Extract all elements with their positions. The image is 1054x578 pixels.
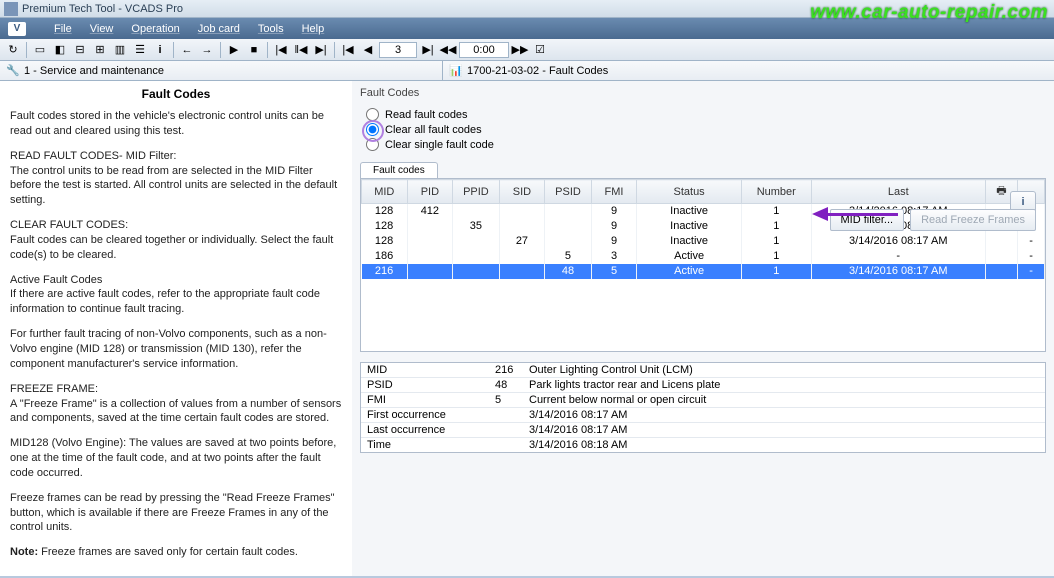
desc-p2: READ FAULT CODES- MID Filter:The control… <box>10 149 342 208</box>
desc-p3: CLEAR FAULT CODES:Fault codes can be cle… <box>10 218 342 263</box>
window-title: Premium Tech Tool - VCADS Pro <box>22 3 183 15</box>
hdr-status[interactable]: Status <box>637 180 742 204</box>
hdr-last[interactable]: Last <box>811 180 985 204</box>
tab-fault-codes[interactable]: Fault codes <box>360 162 438 178</box>
tool-view5[interactable]: ▥ <box>111 41 129 59</box>
mid-filter-button[interactable]: MID filter... <box>830 209 905 231</box>
toolbar: ↻ ▭ ◧ ⊟ ⊞ ▥ ☰ i ← → ▶ ■ |◀ ‖◀ ▶| |◀ ◀ ▶|… <box>0 39 1054 61</box>
brand-logo: V <box>8 22 26 36</box>
hdr-ppid[interactable]: PPID <box>453 180 500 204</box>
table-row[interactable]: 216485Active13/14/2016 08:17 AM- <box>362 264 1045 279</box>
tool-info[interactable]: i <box>151 41 169 59</box>
page-first[interactable]: |◀ <box>339 41 357 59</box>
read-freeze-button: Read Freeze Frames <box>910 209 1036 231</box>
detail-row: Time3/14/2016 08:18 AM <box>361 438 1045 452</box>
tool-refresh[interactable]: ↻ <box>4 41 22 59</box>
page-prev2[interactable]: ◀◀ <box>439 41 457 59</box>
content-area: Fault Codes Fault codes stored in the ve… <box>0 81 1054 576</box>
page-prev[interactable]: ◀ <box>359 41 377 59</box>
step-back2[interactable]: ‖◀ <box>292 41 310 59</box>
hdr-sid[interactable]: SID <box>499 180 545 204</box>
breadcrumb-right[interactable]: 📊 1700-21-03-02 - Fault Codes <box>443 61 1054 80</box>
tool-report[interactable]: ☑ <box>531 41 549 59</box>
desc-p8: Freeze frames can be read by pressing th… <box>10 491 342 536</box>
detail-row: First occurrence3/14/2016 08:17 AM <box>361 408 1045 423</box>
page-next2[interactable]: ▶▶ <box>511 41 529 59</box>
menu-jobcard[interactable]: Job card <box>198 23 240 35</box>
play-button[interactable]: ▶ <box>225 41 243 59</box>
chart-icon: 📊 <box>449 64 463 78</box>
radio-read[interactable]: Read fault codes <box>366 107 1046 122</box>
tab-row: Fault codes <box>360 162 1046 179</box>
separator <box>26 42 27 58</box>
menu-help[interactable]: Help <box>302 23 325 35</box>
tool-table[interactable]: ☰ <box>131 41 149 59</box>
hdr-number[interactable]: Number <box>741 180 811 204</box>
detail-row: FMI5Current below normal or open circuit <box>361 393 1045 408</box>
app-icon <box>4 2 18 16</box>
hdr-pid[interactable]: PID <box>407 180 453 204</box>
left-heading: Fault Codes <box>10 87 342 101</box>
separator <box>267 42 268 58</box>
step-back[interactable]: |◀ <box>272 41 290 59</box>
menu-operation[interactable]: Operation <box>131 23 179 35</box>
table-row[interactable]: 128279Inactive13/14/2016 08:17 AM- <box>362 234 1045 249</box>
desc-p6: FREEZE FRAME:A "Freeze Frame" is a colle… <box>10 382 342 427</box>
desc-p5: For further fault tracing of non-Volvo c… <box>10 327 342 372</box>
hdr-psid[interactable]: PSID <box>545 180 592 204</box>
desc-p1: Fault codes stored in the vehicle's elec… <box>10 109 342 139</box>
breadcrumb-left[interactable]: 🔧 1 - Service and maintenance <box>0 61 443 80</box>
hdr-fmi[interactable]: FMI <box>591 180 637 204</box>
page-input[interactable] <box>379 42 417 58</box>
separator <box>173 42 174 58</box>
menu-view[interactable]: View <box>90 23 114 35</box>
tool-view4[interactable]: ⊞ <box>91 41 109 59</box>
tool-view2[interactable]: ◧ <box>51 41 69 59</box>
fault-codes-panel: Fault Codes i MID filter... Read Freeze … <box>352 81 1054 576</box>
wrench-icon: 🔧 <box>6 64 20 78</box>
menu-file[interactable]: File <box>54 23 72 35</box>
separator <box>220 42 221 58</box>
radio-group: Read fault codes Clear all fault codes C… <box>366 107 1046 152</box>
separator <box>334 42 335 58</box>
menubar: V File View Operation Job card Tools Hel… <box>0 18 1054 39</box>
radio-clear-all[interactable]: Clear all fault codes <box>366 122 1046 137</box>
radio-clear-single[interactable]: Clear single fault code <box>366 137 1046 152</box>
description-panel: Fault Codes Fault codes stored in the ve… <box>0 81 352 576</box>
stop-button[interactable]: ■ <box>245 41 263 59</box>
hdr-mid[interactable]: MID <box>362 180 408 204</box>
desc-p4: Active Fault CodesIf there are active fa… <box>10 273 342 318</box>
breadcrumb-left-text: 1 - Service and maintenance <box>24 65 164 77</box>
nav-forward[interactable]: → <box>198 41 216 59</box>
detail-row: PSID48Park lights tractor rear and Licen… <box>361 378 1045 393</box>
step-fwd[interactable]: ▶| <box>312 41 330 59</box>
detail-row: Last occurrence3/14/2016 08:17 AM <box>361 423 1045 438</box>
tool-view1[interactable]: ▭ <box>31 41 49 59</box>
detail-row: MID216Outer Lighting Control Unit (LCM) <box>361 363 1045 378</box>
desc-p9: Note: Freeze frames are saved only for c… <box>10 545 342 560</box>
desc-p7: MID128 (Volvo Engine): The values are sa… <box>10 436 342 481</box>
nav-back[interactable]: ← <box>178 41 196 59</box>
fault-grid[interactable]: MID PID PPID SID PSID FMI Status Number … <box>360 179 1046 352</box>
titlebar: Premium Tech Tool - VCADS Pro <box>0 0 1054 18</box>
menu-tools[interactable]: Tools <box>258 23 284 35</box>
breadcrumb-bar: 🔧 1 - Service and maintenance 📊 1700-21-… <box>0 61 1054 81</box>
page-next[interactable]: ▶| <box>419 41 437 59</box>
table-row[interactable]: 18653Active1-- <box>362 249 1045 264</box>
detail-box: MID216Outer Lighting Control Unit (LCM)P… <box>360 362 1046 453</box>
breadcrumb-right-text: 1700-21-03-02 - Fault Codes <box>467 65 608 77</box>
time-input[interactable] <box>459 42 509 58</box>
panel-title: Fault Codes <box>360 87 1046 99</box>
tool-view3[interactable]: ⊟ <box>71 41 89 59</box>
